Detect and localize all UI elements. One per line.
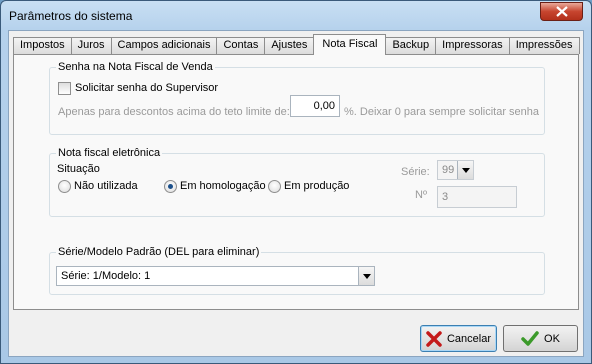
- radio-em-homologacao[interactable]: [164, 180, 177, 193]
- close-button[interactable]: [540, 2, 583, 21]
- senha-group-legend: Senha na Nota Fiscal de Venda: [56, 61, 215, 73]
- title-bar[interactable]: Parâmetros do sistema: [1, 1, 591, 29]
- serie-modelo-legend: Série/Modelo Padrão (DEL para eliminar): [56, 246, 262, 258]
- serie-modelo-group: Série/Modelo Padrão (DEL para eliminar) …: [49, 246, 545, 295]
- nfe-group-legend: Nota fiscal eletrônica: [56, 147, 163, 159]
- serie-select[interactable]: 99: [437, 160, 474, 180]
- tab-impressoras[interactable]: Impressoras: [435, 37, 510, 54]
- ok-button-label: OK: [544, 332, 560, 345]
- window-title: Parâmetros do sistema: [9, 9, 133, 23]
- ok-button[interactable]: OK: [503, 325, 578, 352]
- radio-nao-utilizada-label[interactable]: Não utilizada: [74, 180, 138, 192]
- tab-contas[interactable]: Contas: [216, 37, 266, 54]
- tab-ajustes[interactable]: Ajustes: [264, 37, 315, 54]
- serie-select-value: 99: [442, 164, 455, 176]
- tab-impostos[interactable]: Impostos: [13, 37, 72, 54]
- close-icon: [555, 6, 568, 17]
- tab-impressoes[interactable]: Impressões: [508, 37, 580, 54]
- supervisor-password-checkbox[interactable]: [58, 82, 71, 95]
- radio-em-homologacao-label[interactable]: Em homologação: [180, 180, 266, 192]
- teto-description-suffix: %. Deixar 0 para sempre solicitar senha: [344, 106, 540, 118]
- tab-nota-fiscal[interactable]: Nota Fiscal: [313, 34, 387, 55]
- supervisor-password-label[interactable]: Solicitar senha do Supervisor: [75, 82, 218, 94]
- situacao-label: Situação: [57, 163, 100, 175]
- red-x-icon: [426, 330, 442, 347]
- numero-input[interactable]: 3: [437, 186, 517, 208]
- serie-modelo-dropdown-button[interactable]: [358, 267, 374, 285]
- teto-limite-input[interactable]: 0,00: [290, 95, 340, 117]
- radio-em-producao-label[interactable]: Em produção: [284, 180, 349, 192]
- dialog-body: Impostos Juros Campos adicionais Contas …: [8, 30, 584, 357]
- radio-em-producao[interactable]: [268, 180, 281, 193]
- serie-modelo-value: Série: 1/Modelo: 1: [61, 270, 151, 282]
- chevron-down-icon: [461, 167, 470, 173]
- tab-campos-adicionais[interactable]: Campos adicionais: [110, 37, 218, 54]
- serie-modelo-select[interactable]: Série: 1/Modelo: 1: [56, 266, 375, 286]
- serie-dropdown-button[interactable]: [457, 161, 473, 179]
- tab-juros[interactable]: Juros: [70, 37, 112, 54]
- teto-limite-value: 0,00: [313, 100, 335, 112]
- green-check-icon: [521, 330, 539, 346]
- tab-panel-nota-fiscal: Senha na Nota Fiscal de Venda Solicitar …: [13, 54, 579, 310]
- numero-value: 3: [442, 191, 449, 203]
- numero-label: Nº: [415, 189, 427, 201]
- tab-strip: Impostos Juros Campos adicionais Contas …: [13, 34, 580, 55]
- radio-nao-utilizada[interactable]: [58, 180, 71, 193]
- cancel-button-label: Cancelar: [446, 332, 492, 345]
- dialog-window: Parâmetros do sistema Impostos Juros Cam…: [0, 0, 592, 364]
- teto-description: Apenas para descontos acima do teto limi…: [58, 106, 290, 118]
- senha-group: Senha na Nota Fiscal de Venda Solicitar …: [49, 61, 545, 135]
- serie-label: Série:: [401, 166, 430, 178]
- cancel-button[interactable]: Cancelar: [420, 325, 497, 352]
- tab-backup[interactable]: Backup: [385, 37, 437, 54]
- nfe-group: Nota fiscal eletrônica Situação Não util…: [49, 147, 545, 217]
- chevron-down-icon: [362, 273, 371, 279]
